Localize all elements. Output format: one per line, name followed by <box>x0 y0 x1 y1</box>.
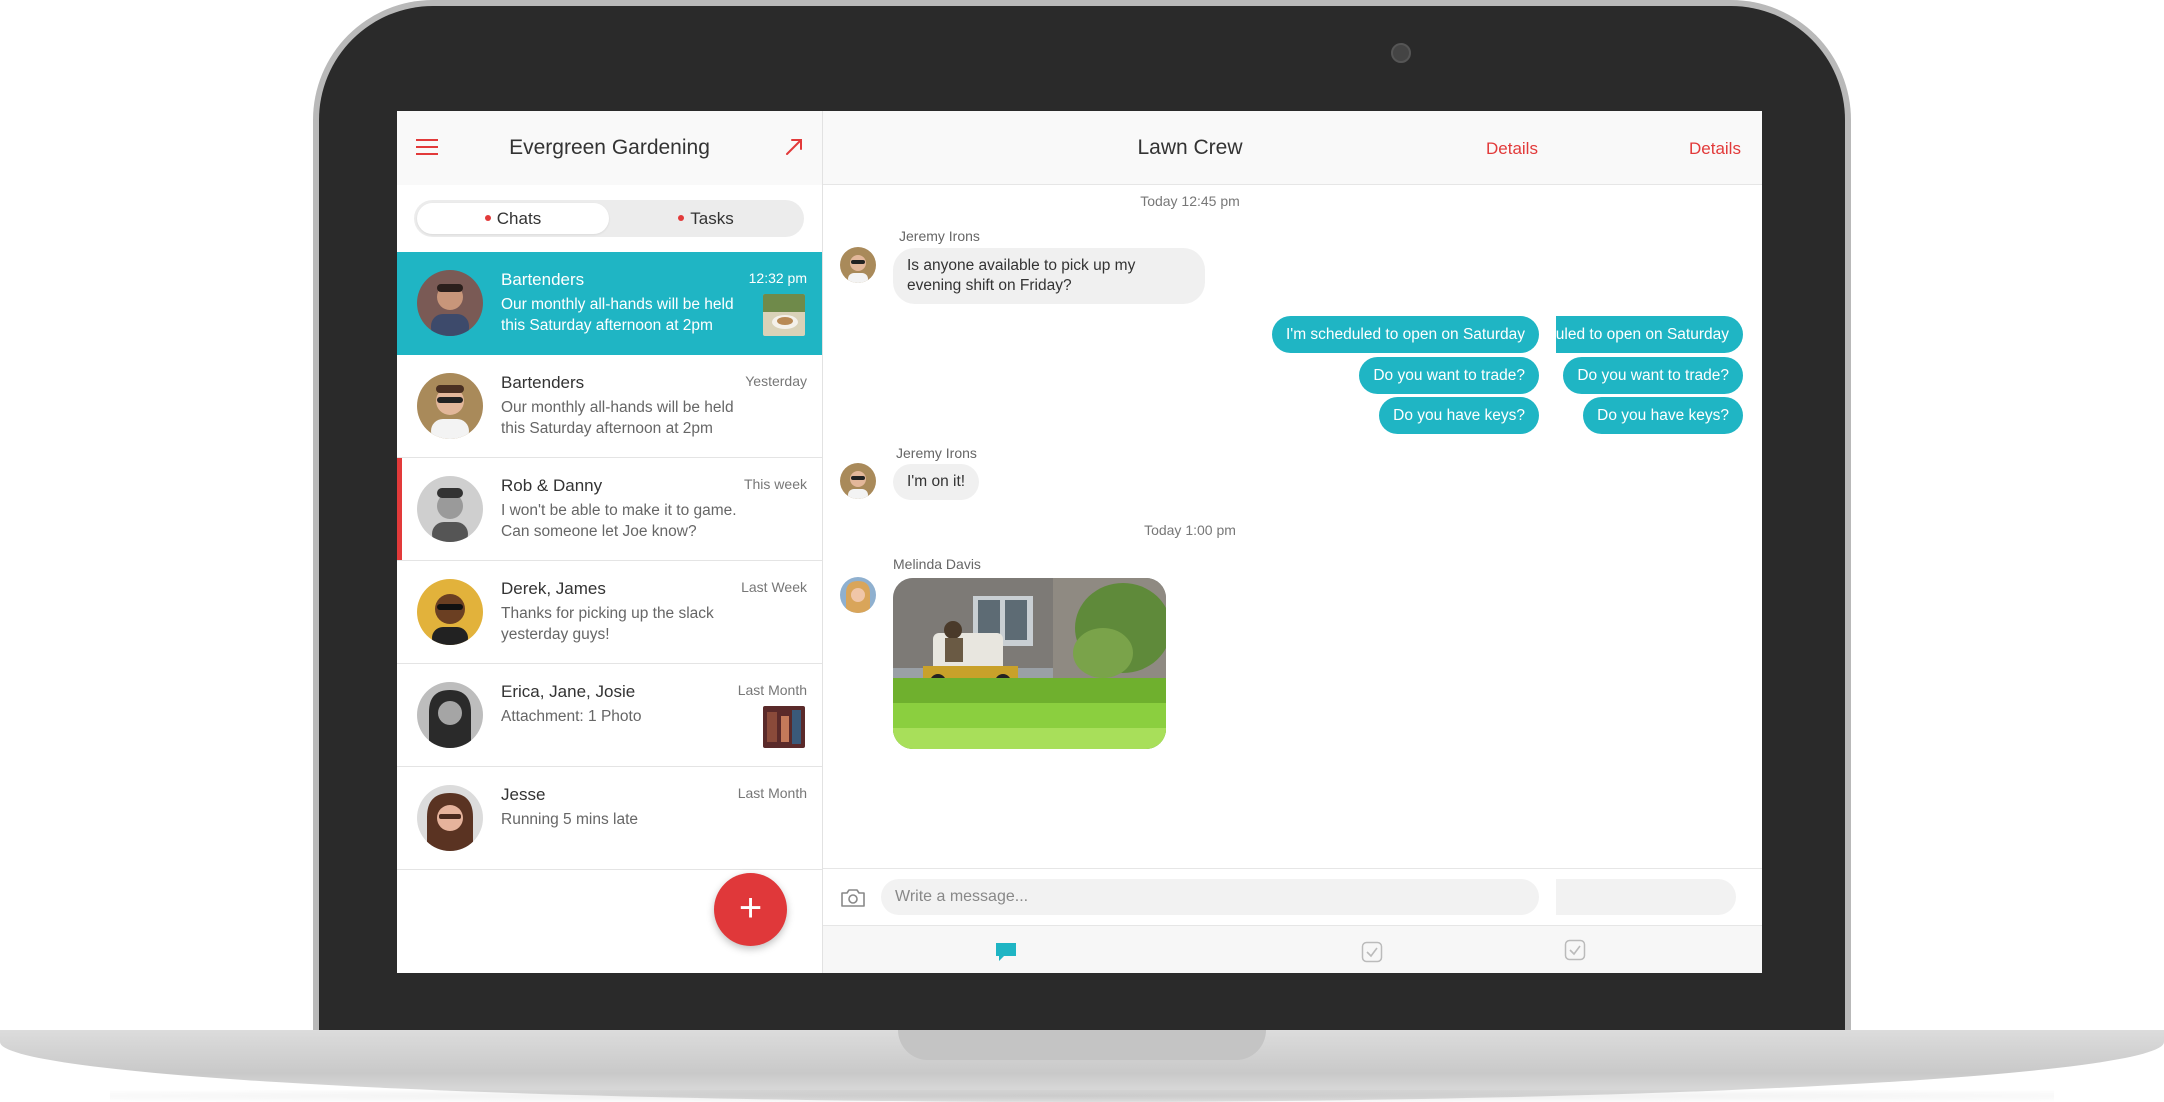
laptop-notch <box>898 1030 1266 1060</box>
details-link[interactable]: Details <box>1689 139 1741 159</box>
chat-name: Bartenders <box>501 373 585 392</box>
outgoing-message: Do you have keys? <box>1379 397 1539 434</box>
chat-preview: Thanks for picking up the slack yesterda… <box>501 605 714 643</box>
outgoing-message: I'm scheduled to open on Saturday <box>1271 316 1539 353</box>
chat-time: 12:32 pm <box>748 270 807 286</box>
chat-time: Last Month <box>737 682 807 698</box>
conversation-title: Lawn Crew <box>1137 136 1243 159</box>
photo-attachment[interactable] <box>893 578 1166 749</box>
compose-arrow-icon[interactable] <box>784 137 804 157</box>
chat-list: Bartenders 12:32 pm Our monthly all-hand… <box>397 252 822 870</box>
chat-name: Rob & Danny <box>501 476 603 495</box>
tab-tasks[interactable]: Tasks <box>610 203 802 234</box>
tab-chats-label: Chats <box>496 209 542 228</box>
chat-list-item[interactable]: Jesse Last Month Running 5 mins late <box>397 767 822 870</box>
outgoing-message: Do you want to trade? <box>1563 357 1743 394</box>
message-timestamp: Today 12:45 pm <box>1140 193 1240 209</box>
camera-icon[interactable] <box>840 887 866 909</box>
segmented-control: Chats Tasks <box>414 200 804 237</box>
chat-time: This week <box>743 476 807 492</box>
unread-dot <box>678 214 685 221</box>
chat-bubble-icon[interactable] <box>994 941 1018 963</box>
sender-name: Jeremy Irons <box>896 445 977 461</box>
sender-name: Melinda Davis <box>893 556 981 572</box>
message-input[interactable] <box>881 879 1539 915</box>
tab-tasks-label: Tasks <box>690 209 734 228</box>
duplicate-panel: I'm scheduled to open on Saturday Do you… <box>1556 311 1762 571</box>
outgoing-message: Do you want to trade? <box>1359 357 1539 394</box>
chat-preview: Attachment: 1 Photo <box>501 708 642 725</box>
avatar <box>840 247 876 283</box>
chat-name: Jesse <box>501 785 546 804</box>
avatar <box>840 463 876 499</box>
chat-preview: Running 5 mins late <box>501 811 638 828</box>
laptop-shadow <box>110 1090 2054 1102</box>
avatar <box>417 476 483 542</box>
chat-time: Last Week <box>741 579 807 595</box>
chat-preview: Our monthly all-hands will be held this … <box>501 399 734 437</box>
avatar <box>417 785 483 851</box>
tab-chats[interactable]: Chats <box>417 203 609 234</box>
unread-dot <box>484 214 491 221</box>
avatar <box>417 270 483 336</box>
message-input[interactable] <box>1556 879 1736 915</box>
sidebar-header: Evergreen Gardening <box>397 111 822 185</box>
sidebar: Evergreen Gardening Chats Tasks Bartende… <box>397 111 823 973</box>
details-link[interactable]: Details <box>1486 139 1538 159</box>
message-timestamp: Today 1:00 pm <box>1144 522 1236 538</box>
conversation-header: Lawn Crew Details Details <box>823 111 1762 185</box>
chat-preview: I won't be able to make it to game. Can … <box>501 502 737 540</box>
task-checkbox-icon[interactable] <box>1564 939 1586 961</box>
chat-name: Bartenders <box>501 270 585 289</box>
chat-list-item[interactable]: Bartenders Yesterday Our monthly all-han… <box>397 355 822 458</box>
avatar <box>417 579 483 645</box>
webcam-icon <box>1391 43 1411 63</box>
chat-list-item[interactable]: Erica, Jane, Josie Last Month Attachment… <box>397 664 822 767</box>
bottom-tab-bar <box>823 925 1762 973</box>
incoming-message: I'm on it! <box>893 464 980 500</box>
chat-list-item[interactable]: Derek, James Last Week Thanks for pickin… <box>397 561 822 664</box>
attachment-thumbnail <box>763 706 805 748</box>
chat-preview: Our monthly all-hands will be held this … <box>501 296 734 334</box>
avatar <box>840 577 876 613</box>
chat-list-item[interactable]: Rob & Danny This week I won't be able to… <box>397 458 822 561</box>
chat-list-item[interactable]: Bartenders 12:32 pm Our monthly all-hand… <box>397 252 822 355</box>
chat-time: Yesterday <box>745 373 807 389</box>
outgoing-message: I'm scheduled to open on Saturday <box>1556 316 1743 353</box>
team-title: Evergreen Gardening <box>509 136 710 159</box>
avatar <box>417 682 483 748</box>
outgoing-message: Do you have keys? <box>1583 397 1743 434</box>
incoming-message: Is anyone available to pick up my evenin… <box>893 248 1205 304</box>
attachment-thumbnail <box>763 294 805 336</box>
chat-time: Last Month <box>737 785 807 801</box>
conversation-pane: Lawn Crew Details Details Today 12:45 pm… <box>823 111 1762 973</box>
chat-name: Erica, Jane, Josie <box>501 682 636 701</box>
avatar <box>417 373 483 439</box>
sender-name: Jeremy Irons <box>899 228 980 244</box>
app-screen: Evergreen Gardening Chats Tasks Bartende… <box>397 111 1762 973</box>
message-composer <box>823 868 1762 924</box>
new-chat-button[interactable]: + <box>714 873 787 946</box>
chat-name: Derek, James <box>501 579 606 598</box>
task-checkbox-icon[interactable] <box>1361 941 1383 963</box>
